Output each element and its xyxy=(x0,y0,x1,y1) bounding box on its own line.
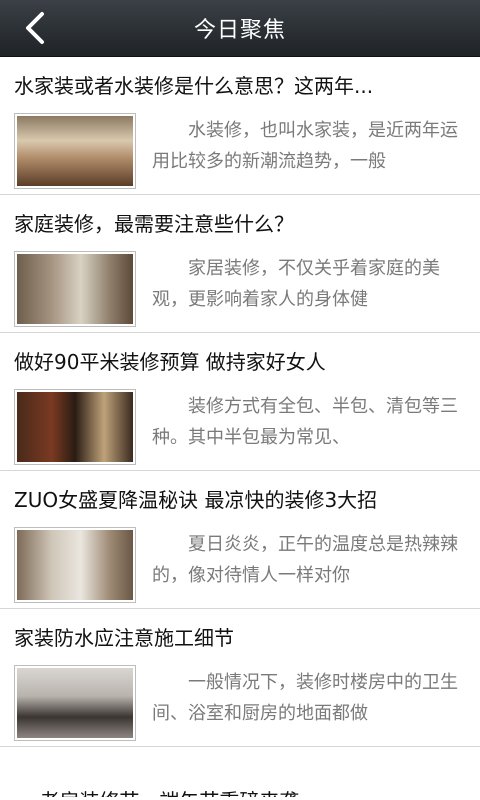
article-thumbnail xyxy=(14,113,136,189)
article-body: 装修方式有全包、半包、清包等三种。其中半包最为常见、 xyxy=(14,389,466,465)
article-title: 老房装修节 端午节重磅来袭 xyxy=(39,789,299,797)
article-title: ZUO女盛夏降温秘诀 最凉快的装修3大招 xyxy=(14,488,378,512)
back-button[interactable] xyxy=(18,10,54,46)
article-title: 家庭装修，最需要注意些什么？ xyxy=(14,212,294,236)
article-summary: 家居装修，不仅关乎着家庭的美观，更影响着家人的身体健 xyxy=(152,258,440,310)
page-title: 今日聚焦 xyxy=(193,18,286,43)
article-body: 夏日炎炎，正午的温度总是热辣辣的，像对待情人一样对你 xyxy=(14,527,466,603)
article-item-partial[interactable]: 老房装修节 端午节重磅来袭 xyxy=(0,747,480,797)
article-item[interactable]: 水家装或者水装修是什么意思？这两年... 水装修，也叫水家装，是近两年运用比较多… xyxy=(0,57,480,195)
article-item[interactable]: 做好90平米装修预算 做持家好女人 装修方式有全包、半包、清包等三种。其中半包最… xyxy=(0,333,480,471)
article-title: 做好90平米装修预算 做持家好女人 xyxy=(14,350,326,374)
article-thumbnail xyxy=(14,389,136,465)
article-list: 水家装或者水装修是什么意思？这两年... 水装修，也叫水家装，是近两年运用比较多… xyxy=(0,57,480,797)
article-summary: 装修方式有全包、半包、清包等三种。其中半包最为常见、 xyxy=(152,396,458,448)
article-thumbnail xyxy=(14,527,136,603)
article-thumbnail xyxy=(14,665,136,741)
article-summary: 一般情况下，装修时楼房中的卫生间、浴室和厨房的地面都做 xyxy=(152,672,458,724)
article-body: 家居装修，不仅关乎着家庭的美观，更影响着家人的身体健 xyxy=(14,251,466,327)
article-item[interactable]: ZUO女盛夏降温秘诀 最凉快的装修3大招 夏日炎炎，正午的温度总是热辣辣的，像对… xyxy=(0,471,480,609)
article-title: 家装防水应注意施工细节 xyxy=(14,626,234,650)
article-summary: 夏日炎炎，正午的温度总是热辣辣的，像对待情人一样对你 xyxy=(152,534,458,586)
article-thumbnail xyxy=(14,251,136,327)
article-body: 水装修，也叫水家装，是近两年运用比较多的新潮流趋势，一般 xyxy=(14,113,466,189)
article-title: 水家装或者水装修是什么意思？这两年... xyxy=(14,74,374,98)
article-summary: 水装修，也叫水家装，是近两年运用比较多的新潮流趋势，一般 xyxy=(152,120,458,172)
top-bar: 今日聚焦 xyxy=(0,0,480,57)
article-item[interactable]: 家装防水应注意施工细节 一般情况下，装修时楼房中的卫生间、浴室和厨房的地面都做 xyxy=(0,609,480,747)
article-body: 一般情况下，装修时楼房中的卫生间、浴室和厨房的地面都做 xyxy=(14,665,466,741)
chevron-left-icon xyxy=(26,12,44,44)
article-item[interactable]: 家庭装修，最需要注意些什么？ 家居装修，不仅关乎着家庭的美观，更影响着家人的身体… xyxy=(0,195,480,333)
